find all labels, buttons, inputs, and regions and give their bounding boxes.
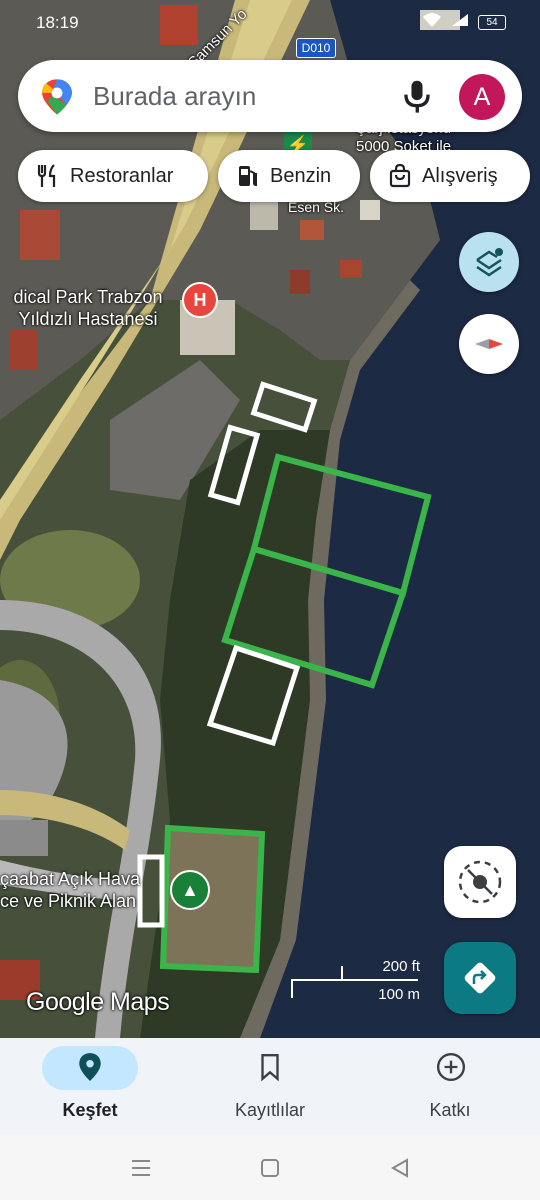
gas-station-icon xyxy=(239,166,257,187)
chip-shopping[interactable]: Alışveriş xyxy=(370,150,530,202)
status-icons: 54 xyxy=(422,12,506,33)
microphone-icon[interactable] xyxy=(400,78,434,114)
scale-meters: 100 m xyxy=(378,986,420,1003)
google-maps-brand: Google Maps xyxy=(26,988,170,1016)
location-pin-icon xyxy=(79,1053,101,1081)
search-bar[interactable]: Burada arayın A xyxy=(18,60,522,132)
park-label: çaabat Açık Hava ce ve Piknik Alan xyxy=(0,868,140,912)
hospital-marker-icon[interactable]: H xyxy=(182,282,218,318)
hospital-line1: dical Park Trabzon xyxy=(13,287,163,307)
tab-label-contribute: Katkı xyxy=(429,1100,471,1120)
park-marker-icon[interactable]: ▲ xyxy=(170,870,210,910)
directions-button[interactable] xyxy=(444,942,516,1014)
compass-icon xyxy=(475,339,503,349)
shopping-bag-icon xyxy=(389,163,411,188)
search-input[interactable]: Burada arayın xyxy=(93,81,256,112)
directions-icon xyxy=(464,962,496,994)
chip-restaurants[interactable]: Restoranlar xyxy=(18,150,208,202)
menu-icon[interactable] xyxy=(130,1158,152,1178)
layers-button[interactable] xyxy=(459,232,519,292)
park-line1: çaabat Açık Hava xyxy=(0,869,141,889)
tab-label-saved: Kayıtlılar xyxy=(234,1100,306,1120)
hospital-label: dical Park Trabzon Yıldızlı Hastanesi xyxy=(0,286,176,330)
compass-button[interactable] xyxy=(459,314,519,374)
location-off-icon xyxy=(458,860,502,904)
hospital-line2: Yıldızlı Hastanesi xyxy=(18,309,158,329)
system-navigation-bar xyxy=(0,1134,540,1200)
restaurant-icon xyxy=(37,164,56,187)
status-bar: 18:19 54 xyxy=(0,0,540,44)
recenter-button[interactable] xyxy=(444,846,516,918)
add-circle-icon xyxy=(436,1052,466,1082)
chip-label-restaurants: Restoranlar xyxy=(70,164,174,187)
google-maps-logo-icon xyxy=(42,79,72,115)
map-scale: 200 ft 100 m xyxy=(290,958,420,1004)
scale-feet: 200 ft xyxy=(382,958,420,975)
battery-icon: 54 xyxy=(478,15,506,30)
signal-icon xyxy=(450,12,470,33)
chip-gas[interactable]: Benzin xyxy=(218,150,360,202)
chip-label-shopping: Alışveriş xyxy=(422,164,498,187)
chip-label-gas: Benzin xyxy=(270,164,332,187)
back-icon[interactable] xyxy=(390,1158,410,1178)
bottom-navigation: Keşfet Kayıtlılar Katkı xyxy=(0,1038,540,1134)
tab-saved[interactable]: Kayıtlılar xyxy=(180,1038,360,1134)
tab-label-explore: Keşfet xyxy=(62,1100,118,1120)
home-icon[interactable] xyxy=(260,1158,280,1178)
tab-contribute[interactable]: Katkı xyxy=(360,1038,540,1134)
status-time: 18:19 xyxy=(36,13,79,32)
tab-explore[interactable]: Keşfet xyxy=(0,1038,180,1134)
wifi-icon xyxy=(422,12,442,33)
park-line2: ce ve Piknik Alan xyxy=(0,891,137,911)
bookmark-icon xyxy=(261,1054,279,1082)
account-avatar[interactable]: A xyxy=(459,74,505,120)
layers-icon xyxy=(476,248,503,277)
